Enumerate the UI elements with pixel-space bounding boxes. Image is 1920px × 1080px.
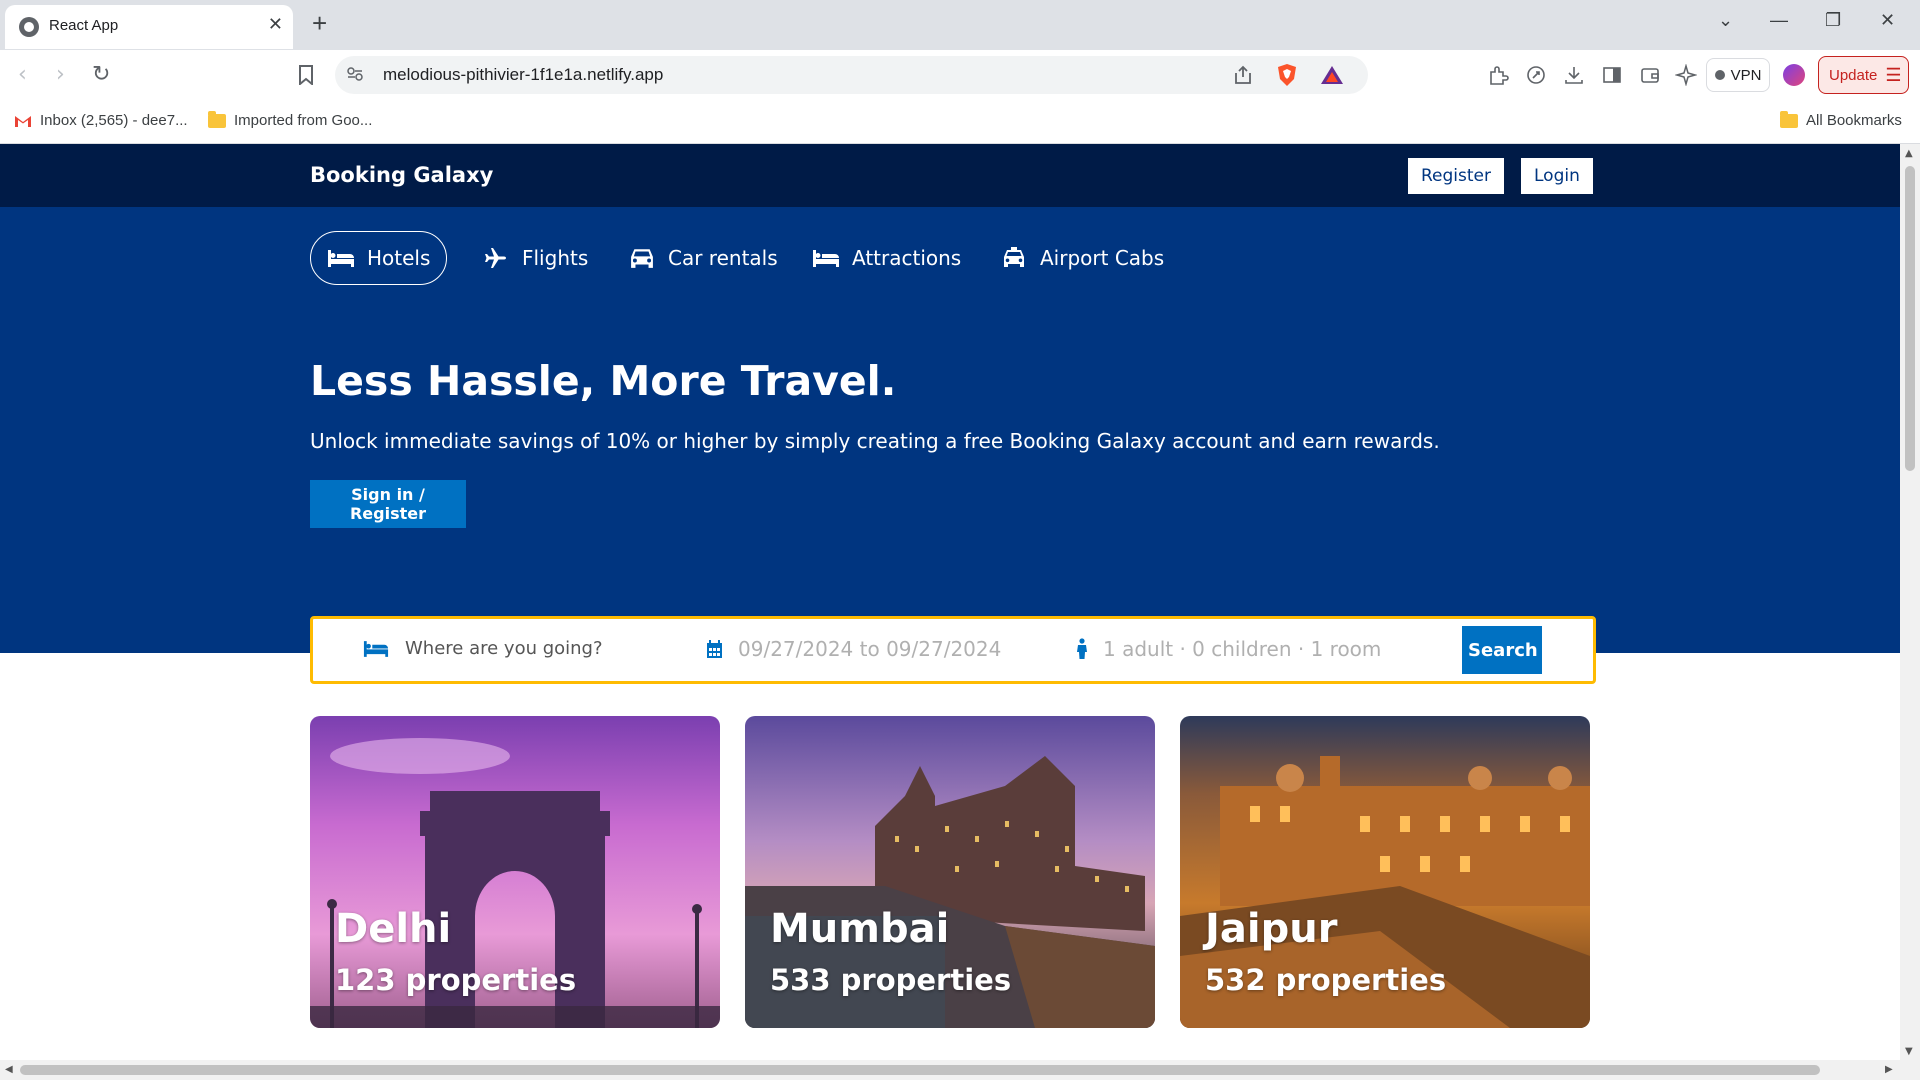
update-label: Update (1829, 66, 1878, 84)
extensions-icon[interactable] (1487, 64, 1509, 86)
scroll-up-icon[interactable]: ▲ (1905, 148, 1913, 159)
close-window-icon[interactable]: ✕ (1880, 10, 1895, 31)
destination-card-jaipur[interactable]: Jaipur 532 properties (1180, 716, 1590, 1028)
tab-hotels[interactable]: Hotels (310, 231, 448, 285)
gmail-icon (15, 115, 31, 127)
address-bar[interactable]: melodious-pithivier-1f1e1a.netlify.app (335, 56, 1368, 94)
page-viewport: Booking Galaxy Register Login Hotels Fli… (0, 144, 1900, 1060)
bookmark-label: Inbox (2,565) - dee7... (40, 112, 188, 129)
bed-icon (363, 641, 389, 657)
profile-avatar[interactable] (1783, 64, 1805, 86)
card-properties: 123 properties (335, 963, 577, 997)
vertical-scroll-thumb[interactable] (1905, 166, 1915, 471)
forward-icon[interactable]: › (56, 62, 65, 87)
destination-card-mumbai[interactable]: Mumbai 533 properties (745, 716, 1155, 1028)
login-button[interactable]: Login (1521, 158, 1593, 194)
back-icon[interactable]: ‹ (18, 62, 27, 87)
date-range-text: 09/27/2024 to 09/27/2024 (738, 637, 1002, 661)
vpn-label: VPN (1730, 66, 1762, 84)
card-properties: 532 properties (1205, 963, 1447, 997)
tab-search-chevron-icon[interactable]: ⌄ (1718, 10, 1733, 31)
scroll-left-icon[interactable]: ◀ (5, 1064, 13, 1075)
taxi-icon (1004, 247, 1024, 267)
calendar-icon (707, 640, 722, 658)
all-bookmarks-label: All Bookmarks (1806, 112, 1902, 129)
tab-label: Attractions (852, 246, 962, 270)
tab-label: Airport Cabs (1040, 246, 1165, 270)
date-range-field[interactable]: 09/27/2024 to 09/27/2024 (705, 637, 1001, 661)
sidebar-icon[interactable] (1601, 64, 1623, 86)
browser-tabstrip: React App ✕ + ⌄ — ❐ ✕ (0, 0, 1920, 50)
bed-icon (328, 250, 354, 267)
leo-ai-icon[interactable] (1675, 64, 1697, 86)
restore-icon[interactable]: ❐ (1825, 10, 1841, 31)
scroll-down-icon[interactable]: ▼ (1905, 1046, 1913, 1057)
bookmark-label: Imported from Goo... (234, 112, 373, 129)
guests-text: 1 adult · 0 children · 1 room (1103, 637, 1382, 661)
speedreader-icon[interactable] (1525, 64, 1547, 86)
brave-rewards-icon[interactable] (1320, 65, 1344, 85)
browser-tab[interactable]: React App ✕ (5, 5, 293, 49)
card-city: Jaipur (1205, 906, 1338, 952)
update-button[interactable]: Update ☰ (1818, 56, 1909, 94)
destination-card-delhi[interactable]: Delhi 123 properties (310, 716, 720, 1028)
horizontal-scrollbar[interactable]: ◀ ▶ (0, 1060, 1920, 1080)
plane-icon (485, 248, 506, 268)
sign-in-register-button[interactable]: Sign in / Register (310, 480, 466, 528)
tab-label: Flights (522, 246, 589, 270)
car-icon (631, 249, 653, 268)
bookmark-icon[interactable] (298, 65, 314, 85)
horizontal-scroll-thumb[interactable] (20, 1065, 1820, 1075)
tab-flights[interactable]: Flights (482, 231, 588, 285)
tab-attractions[interactable]: Attractions (812, 231, 961, 285)
site-logo[interactable]: Booking Galaxy (310, 163, 493, 187)
tab-label: Hotels (367, 246, 431, 270)
tab-airport-cabs[interactable]: Airport Cabs (1000, 231, 1164, 285)
destination-cards: Delhi 123 properties Mumbai 533 properti… (310, 716, 1596, 1028)
tab-car-rentals[interactable]: Car rentals (628, 231, 778, 285)
menu-icon: ☰ (1885, 64, 1902, 85)
minimize-icon[interactable]: — (1770, 10, 1788, 31)
vpn-button[interactable]: VPN (1706, 58, 1770, 92)
vertical-scrollbar[interactable]: ▲ ▼ (1900, 144, 1920, 1060)
reload-icon[interactable]: ↻ (92, 62, 110, 87)
search-button[interactable]: Search (1462, 626, 1542, 674)
brave-shield-icon[interactable] (1276, 63, 1298, 87)
all-bookmarks[interactable]: All Bookmarks (1780, 110, 1902, 129)
folder-icon (208, 110, 226, 128)
register-button[interactable]: Register (1408, 158, 1504, 194)
globe-icon (19, 17, 39, 37)
wallet-icon[interactable] (1639, 64, 1661, 86)
hero-description: Unlock immediate savings of 10% or highe… (310, 429, 1440, 453)
destination-field[interactable] (363, 637, 647, 660)
bookmark-imported-folder[interactable]: Imported from Goo... (208, 110, 373, 129)
bookmarks-bar: Inbox (2,565) - dee7... Imported from Go… (0, 100, 1920, 144)
card-properties: 533 properties (770, 963, 1012, 997)
tab-label: Car rentals (668, 246, 778, 270)
hero-title: Less Hassle, More Travel. (310, 357, 897, 405)
site-header: Booking Galaxy Register Login (0, 144, 1900, 207)
close-tab-icon[interactable]: ✕ (268, 14, 283, 35)
hero-section: Hotels Flights Car rentals Attractions A… (0, 207, 1900, 653)
share-icon[interactable] (1233, 65, 1253, 85)
card-city: Mumbai (770, 906, 950, 952)
site-settings-icon[interactable] (347, 67, 363, 81)
destination-input[interactable] (403, 637, 647, 660)
guests-field[interactable]: 1 adult · 0 children · 1 room (1075, 637, 1381, 661)
card-city: Delhi (335, 906, 452, 952)
url-text: melodious-pithivier-1f1e1a.netlify.app (383, 65, 664, 84)
bookmark-gmail[interactable]: Inbox (2,565) - dee7... (14, 112, 188, 129)
search-bar: 09/27/2024 to 09/27/2024 1 adult · 0 chi… (310, 616, 1596, 684)
folder-icon (1780, 110, 1798, 128)
person-icon (1077, 638, 1087, 659)
bed-icon (813, 250, 839, 267)
scroll-right-icon[interactable]: ▶ (1885, 1064, 1893, 1075)
tab-title: React App (49, 17, 119, 34)
download-icon[interactable] (1563, 64, 1585, 86)
new-tab-icon[interactable]: + (312, 8, 327, 39)
vpn-status-icon (1714, 70, 1725, 80)
